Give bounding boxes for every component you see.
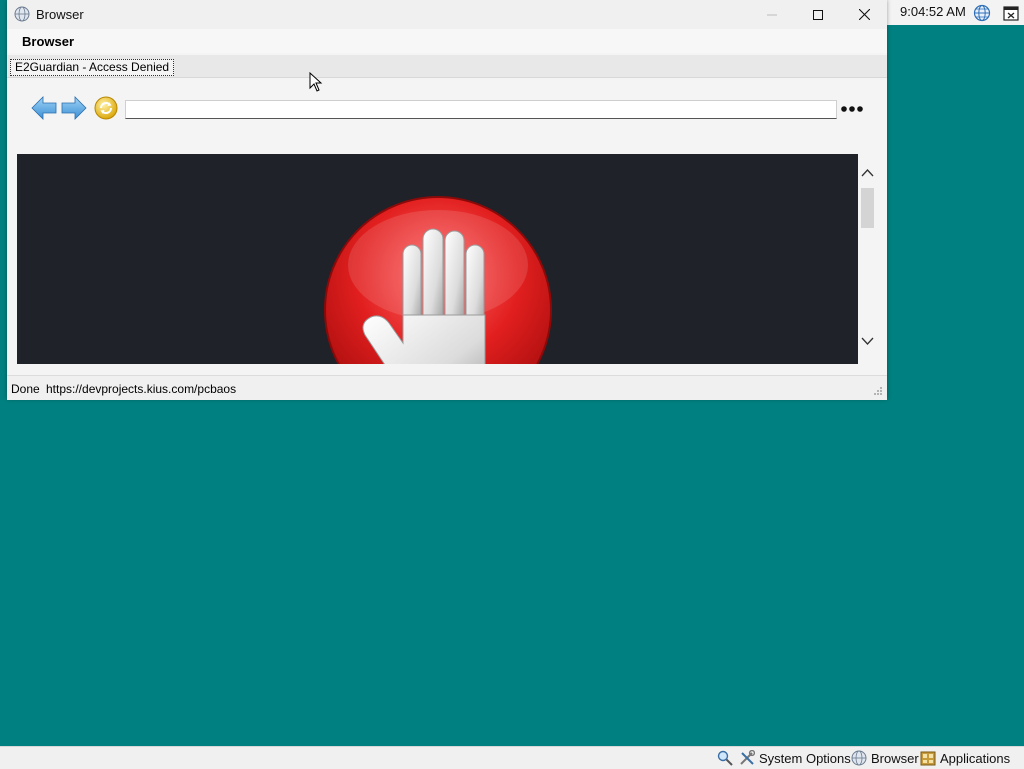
forward-arrow-icon[interactable]	[61, 95, 87, 121]
scroll-thumb[interactable]	[861, 188, 874, 228]
browser-globe-icon	[851, 750, 867, 766]
window-title: Browser	[36, 7, 84, 22]
close-icon	[858, 9, 870, 20]
window-close-tray-icon[interactable]	[1002, 4, 1020, 22]
scroll-up-icon[interactable]	[860, 166, 875, 180]
taskbar-system-options-label: System Options	[759, 750, 851, 766]
tools-icon	[740, 750, 755, 765]
title-bar[interactable]: Browser	[7, 0, 887, 29]
status-bar: Done https://devprojects.kius.com/pcbaos	[7, 375, 887, 400]
taskbar-browser-label: Browser	[871, 750, 919, 766]
taskbar-applications-label: Applications	[940, 750, 1011, 766]
maximize-button[interactable]	[795, 0, 841, 29]
minimize-button[interactable]	[749, 0, 795, 29]
resize-grip-icon[interactable]	[873, 386, 883, 396]
minimize-icon	[767, 14, 777, 15]
browser-globe-icon	[14, 6, 30, 22]
taskbar: System Options Browser Applications	[0, 746, 1024, 769]
taskbar-applications[interactable]: Applications	[920, 750, 1010, 766]
more-icon[interactable]	[839, 102, 865, 116]
status-state: Done	[11, 382, 40, 396]
mouse-cursor-icon	[309, 72, 323, 92]
tab-strip: E2Guardian - Access Denied	[7, 55, 887, 78]
address-bar-input[interactable]	[125, 100, 837, 119]
tab-access-denied[interactable]: E2Guardian - Access Denied	[10, 59, 175, 76]
status-url: https://devprojects.kius.com/pcbaos	[46, 382, 237, 396]
taskbar-system-options[interactable]: System Options	[739, 750, 851, 766]
scroll-down-icon[interactable]	[860, 334, 875, 348]
navigation-toolbar	[7, 78, 887, 148]
tray-clock: 9:04:52 AM	[900, 4, 966, 19]
maximize-icon	[813, 9, 823, 20]
applications-icon	[920, 751, 936, 766]
magnifier-icon	[717, 750, 733, 766]
app-header: Browser	[7, 29, 887, 53]
reload-icon[interactable]	[93, 95, 119, 121]
page-viewport[interactable]	[17, 154, 858, 364]
taskbar-search[interactable]	[717, 750, 737, 766]
stop-hand-icon	[324, 196, 552, 364]
browser-window: Browser Browser E2Guardian - Access Deni…	[7, 0, 887, 400]
globe-icon[interactable]	[973, 4, 991, 22]
taskbar-browser[interactable]: Browser	[851, 750, 919, 766]
app-name: Browser	[22, 34, 75, 49]
vertical-scrollbar[interactable]	[859, 154, 876, 364]
back-arrow-icon[interactable]	[31, 95, 57, 121]
close-button[interactable]	[841, 0, 887, 29]
